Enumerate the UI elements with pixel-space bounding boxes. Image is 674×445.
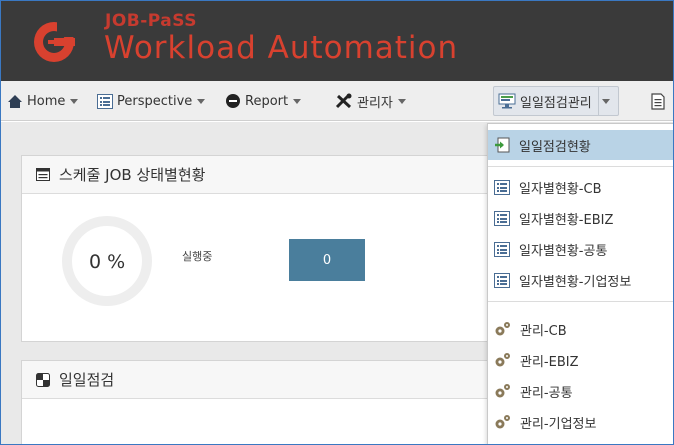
panel-title: 일일점검 [59, 371, 115, 389]
dropdown-item-daily-cb[interactable]: 일자별현황-CB [488, 172, 673, 202]
app-header: JOB-PaSS Workload Automation [1, 1, 673, 81]
dropdown-item-label: 일자별현황-공통 [519, 243, 608, 259]
menu-home[interactable]: Home [7, 81, 79, 121]
tools-icon [335, 93, 352, 109]
dropdown-item-label: 일일점검현황 [519, 139, 591, 155]
dropdown-item-label: 일자별현황-EBIZ [519, 212, 614, 228]
menu-home-label: Home [27, 93, 66, 109]
list-icon [494, 272, 510, 288]
logo-icon [34, 21, 75, 62]
divider [488, 166, 673, 167]
dropdown-item-manage-cb[interactable]: 관리-CB [488, 314, 673, 344]
list-icon [97, 93, 113, 109]
daily-check-dropdown: 일일점검현황 일자별현황-CB 일자별현황-EBIZ 일자별현황-공통 일자별현… [487, 123, 673, 444]
dropdown-item-manage-ebiz[interactable]: 관리-EBIZ [488, 345, 673, 375]
menubar: Home Perspective Report 관리자 일일점검관리 [1, 81, 673, 121]
dropdown-item-manage-common[interactable]: 관리-공통 [488, 376, 673, 406]
gears-icon [495, 353, 510, 367]
menu-admin[interactable]: 관리자 [335, 81, 406, 121]
chevron-down-icon [397, 98, 406, 104]
brand-line1: JOB-PaSS [105, 11, 197, 31]
dropdown-item-label: 관리-CB [520, 323, 567, 339]
dropdown-item-label: 관리-기업정보 [520, 416, 597, 432]
menu-perspective-label: Perspective [117, 93, 193, 109]
dropdown-item-label: 일자별현황-기업정보 [519, 274, 632, 290]
home-icon [8, 94, 22, 108]
list-icon [494, 179, 510, 195]
menu-daily-check-toggle[interactable] [597, 87, 614, 115]
document-icon [651, 92, 665, 110]
gears-icon [495, 384, 510, 398]
pie-icon [36, 372, 50, 387]
menu-admin-label: 관리자 [357, 95, 393, 111]
menu-daily-check-label: 일일점검관리 [520, 95, 592, 111]
list-icon [494, 241, 510, 257]
dropdown-item-label: 관리-공통 [520, 385, 573, 401]
dropdown-item-label: 일자별현황-CB [519, 181, 602, 197]
panel-header: 일일점검 [22, 361, 500, 399]
running-label: 실행중 [182, 250, 213, 263]
enter-icon [495, 137, 510, 153]
menu-daily-check[interactable]: 일일점검관리 [493, 86, 619, 116]
dropdown-item-label: 관리-EBIZ [520, 354, 579, 370]
dropdown-item-daily-corp[interactable]: 일자별현황-기업정보 [488, 265, 673, 295]
monitor-icon [498, 93, 516, 109]
chevron-down-icon [70, 98, 79, 104]
menu-report[interactable]: Report [225, 81, 302, 121]
menu-perspective[interactable]: Perspective [97, 81, 206, 121]
panel-header: 스케줄 JOB 상태별현황 [22, 156, 500, 194]
menu-report-label: Report [245, 93, 289, 109]
schedule-status-panel: 스케줄 JOB 상태별현황 0 % 실행중 0 [21, 155, 501, 342]
dropdown-item-daily-common[interactable]: 일자별현황-공통 [488, 234, 673, 264]
minus-circle-icon [226, 94, 240, 108]
chevron-down-icon [197, 98, 206, 104]
list-icon [494, 210, 510, 226]
dropdown-item-daily-status[interactable]: 일일점검현황 [488, 130, 673, 160]
running-count-button[interactable]: 0 [289, 239, 365, 281]
daily-check-panel: 일일점검 [21, 360, 501, 444]
gears-icon [495, 322, 510, 336]
list-box-icon [36, 168, 50, 181]
dropdown-item-manage-corp[interactable]: 관리-기업정보 [488, 407, 673, 437]
app-window: JOB-PaSS Workload Automation Home Perspe… [0, 0, 674, 445]
divider [488, 301, 673, 302]
menu-document[interactable] [651, 81, 669, 121]
gauge-percent: 0 % [89, 251, 126, 273]
panel-title: 스케줄 JOB 상태별현황 [59, 166, 206, 184]
dropdown-item-daily-ebiz[interactable]: 일자별현황-EBIZ [488, 203, 673, 233]
gears-icon [495, 415, 510, 429]
chevron-down-icon [602, 98, 611, 104]
brand-line2: Workload Automation [104, 30, 459, 66]
chevron-down-icon [293, 98, 302, 104]
